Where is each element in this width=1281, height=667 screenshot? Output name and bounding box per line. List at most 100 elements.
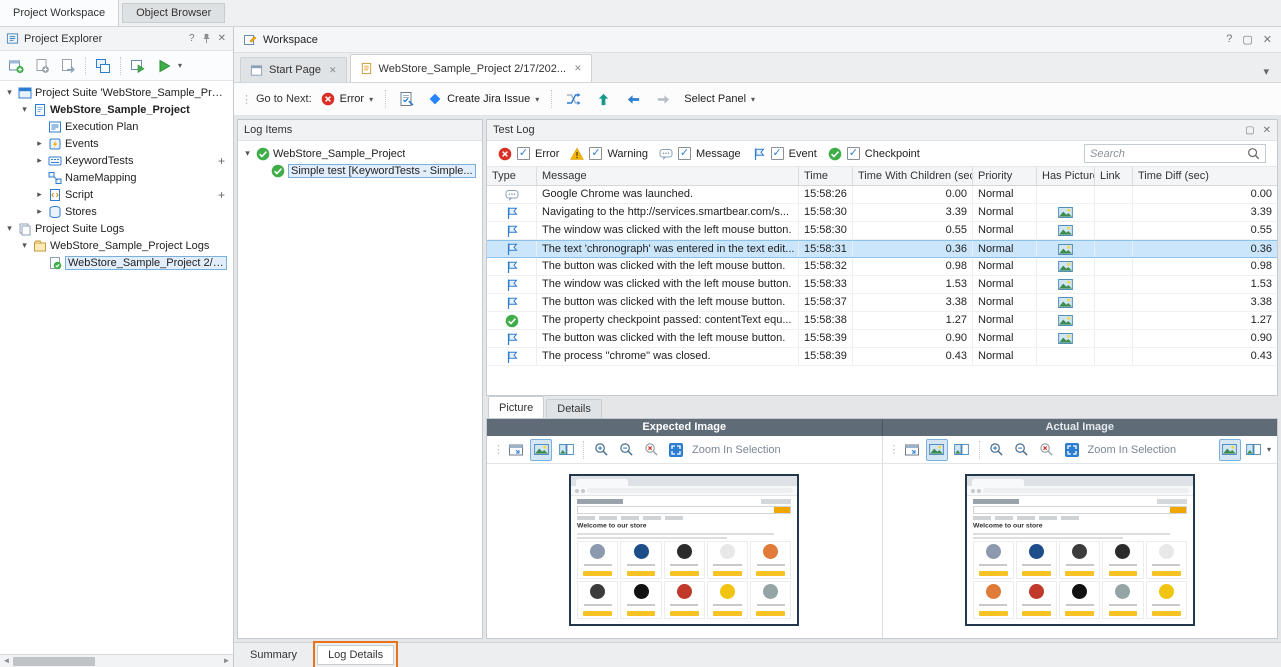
log-row-9[interactable]: The process "chrome" was closed. 15:58:39… [487, 348, 1277, 366]
error-checkbox[interactable]: ✓ [517, 147, 530, 160]
chevron-down-icon[interactable]: ▾ [4, 87, 15, 98]
chevron-right-icon[interactable]: ▸ [34, 138, 45, 149]
log-row-2[interactable]: The window was clicked with the left mou… [487, 222, 1277, 240]
tab-details[interactable]: Details [546, 399, 602, 418]
add-item-button[interactable]: + [216, 154, 227, 168]
project-tree-item-script[interactable]: ▸ Script + [0, 186, 233, 203]
zoom-reset-button[interactable] [1036, 439, 1058, 461]
column-header-time-diff-sec[interactable]: Time Diff (sec) [1133, 167, 1277, 185]
zoom-reset-button[interactable] [640, 439, 662, 461]
zoom-out-button[interactable] [1011, 439, 1033, 461]
show-image-button[interactable] [530, 438, 552, 461]
add-project-item-button[interactable] [30, 54, 54, 78]
workspace-maximize-icon[interactable]: ▢ [1242, 33, 1252, 46]
column-header-time[interactable]: Time [799, 167, 853, 185]
add-item-button[interactable]: + [216, 188, 227, 202]
chevron-down-icon[interactable]: ▾ [19, 104, 30, 115]
scroll-left-icon[interactable]: ◄ [0, 655, 13, 667]
search-input[interactable]: Search [1084, 144, 1266, 163]
test-log-close-icon[interactable]: ✕ [1263, 125, 1271, 136]
workspace-close-icon[interactable]: ✕ [1263, 33, 1272, 46]
warning-checkbox[interactable]: ✓ [589, 147, 603, 160]
view-mode-button[interactable] [1218, 438, 1241, 461]
column-header-priority[interactable]: Priority [973, 167, 1037, 185]
upload-log-button[interactable] [591, 87, 615, 111]
show-comparison-button[interactable] [951, 439, 973, 461]
close-panel-icon[interactable]: ✕ [217, 33, 227, 44]
tab-start-page[interactable]: Start Page ✕ [240, 57, 347, 82]
compare-logs-button[interactable] [561, 87, 585, 111]
log-row-5[interactable]: The window was clicked with the left mou… [487, 276, 1277, 294]
log-items-item-simple-test-keywordtests-simple[interactable]: Simple test [KeywordTests - Simple... [238, 162, 482, 179]
zoom-in-button[interactable] [590, 439, 612, 461]
go-to-next-error-button[interactable]: Error ▾ [318, 90, 376, 108]
log-row-7[interactable]: The property checkpoint passed: contentT… [487, 312, 1277, 330]
run-project-suite-button[interactable] [152, 54, 176, 78]
help-icon[interactable]: ? [188, 33, 196, 44]
close-tab-icon[interactable]: ✕ [329, 65, 337, 76]
column-header-message[interactable]: Message [537, 167, 799, 185]
tab-picture[interactable]: Picture [488, 396, 545, 418]
chevron-right-icon[interactable]: ▸ [34, 189, 45, 200]
chevron-down-icon[interactable]: ▾ [19, 240, 30, 251]
log-row-6[interactable]: The button was clicked with the left mou… [487, 294, 1277, 312]
scrollbar-thumb[interactable] [13, 657, 95, 666]
pin-icon[interactable] [201, 33, 212, 44]
project-tree-item-stores[interactable]: ▸ Stores [0, 203, 233, 220]
move-image-button[interactable] [901, 439, 923, 461]
chevron-down-icon[interactable]: ▾ [1267, 445, 1271, 454]
message-checkbox[interactable]: ✓ [678, 147, 692, 160]
zoom-to-fit-button[interactable] [1061, 439, 1083, 461]
move-image-button[interactable] [505, 439, 527, 461]
export-project-button[interactable] [56, 54, 80, 78]
project-tree-item-project-suite-logs[interactable]: ▾ Project Suite Logs [0, 220, 233, 237]
organize-tests-button[interactable] [91, 54, 115, 78]
post-issue-button[interactable] [395, 87, 419, 111]
log-row-3[interactable]: The text 'chronograph' was entered in th… [487, 240, 1277, 258]
chevron-right-icon[interactable]: ▸ [34, 206, 45, 217]
log-items-item-webstore-sample-project[interactable]: ▾ WebStore_Sample_Project [238, 145, 482, 162]
column-header-time-with-children-sec[interactable]: Time With Children (sec) [853, 167, 973, 185]
chevron-down-icon[interactable]: ▾ [4, 223, 15, 234]
tab-summary[interactable]: Summary [240, 646, 307, 664]
chevron-down-icon[interactable]: ▾ [242, 148, 253, 159]
project-tree-item-execution-plan[interactable]: Execution Plan [0, 118, 233, 135]
zoom-to-fit-button[interactable] [665, 439, 687, 461]
project-tree-item-webstore-sample-project-logs[interactable]: ▾ WebStore_Sample_Project Logs [0, 237, 233, 254]
show-image-button[interactable] [925, 438, 948, 461]
close-tab-icon[interactable]: ✕ [574, 63, 582, 74]
scroll-right-icon[interactable]: ► [220, 655, 233, 667]
column-header-has-picture[interactable]: Has Picture [1037, 167, 1095, 185]
log-row-1[interactable]: Navigating to the http://services.smartb… [487, 204, 1277, 222]
project-tree-item-webstore-sample-project[interactable]: ▾ WebStore_Sample_Project [0, 101, 233, 118]
add-project-suite-item-button[interactable] [4, 54, 28, 78]
test-log-maximize-icon[interactable]: ▢ [1245, 125, 1254, 136]
tab-list-dropdown-icon[interactable]: ▾ [1263, 65, 1275, 82]
log-row-4[interactable]: The button was clicked with the left mou… [487, 258, 1277, 276]
tab-object-browser[interactable]: Object Browser [122, 3, 226, 23]
log-row-8[interactable]: The button was clicked with the left mou… [487, 330, 1277, 348]
project-tree-item-project-suite-webstore-sample-project[interactable]: ▾ Project Suite 'WebStore_Sample_Project' [0, 84, 233, 101]
tab-project-workspace[interactable]: Project Workspace [0, 0, 120, 26]
toolbar-drag-handle[interactable]: ⋮ [241, 93, 252, 106]
tab-log-document[interactable]: WebStore_Sample_Project 2/17/202... ✕ [349, 54, 592, 82]
show-comparison-button[interactable] [555, 439, 577, 461]
project-tree-item-webstore-sample-project-2-17[interactable]: WebStore_Sample_Project 2/17/... [0, 254, 233, 271]
run-options-dropdown[interactable]: ▾ [178, 61, 182, 70]
navigate-back-button[interactable] [621, 87, 645, 111]
toolbar-drag-handle[interactable]: ⋮ [889, 443, 900, 456]
chevron-right-icon[interactable]: ▸ [34, 155, 45, 166]
horizontal-scrollbar[interactable]: ◄ ► [0, 654, 233, 667]
toolbar-drag-handle[interactable]: ⋮ [493, 443, 504, 456]
column-header-link[interactable]: Link [1095, 167, 1133, 185]
project-tree-item-namemapping[interactable]: NameMapping [0, 169, 233, 186]
project-tree-item-keywordtests[interactable]: ▸ KeywordTests + [0, 152, 233, 169]
log-row-0[interactable]: Google Chrome was launched. 15:58:26 0.00 N… [487, 186, 1277, 204]
select-panel-dropdown[interactable]: Select Panel ▾ [681, 91, 758, 107]
zoom-out-button[interactable] [615, 439, 637, 461]
zoom-in-button[interactable] [986, 439, 1008, 461]
checkpoint-checkbox[interactable]: ✓ [846, 147, 860, 160]
navigate-forward-button[interactable] [651, 87, 675, 111]
run-project-button[interactable] [126, 54, 150, 78]
workspace-help-icon[interactable]: ? [1226, 33, 1232, 46]
